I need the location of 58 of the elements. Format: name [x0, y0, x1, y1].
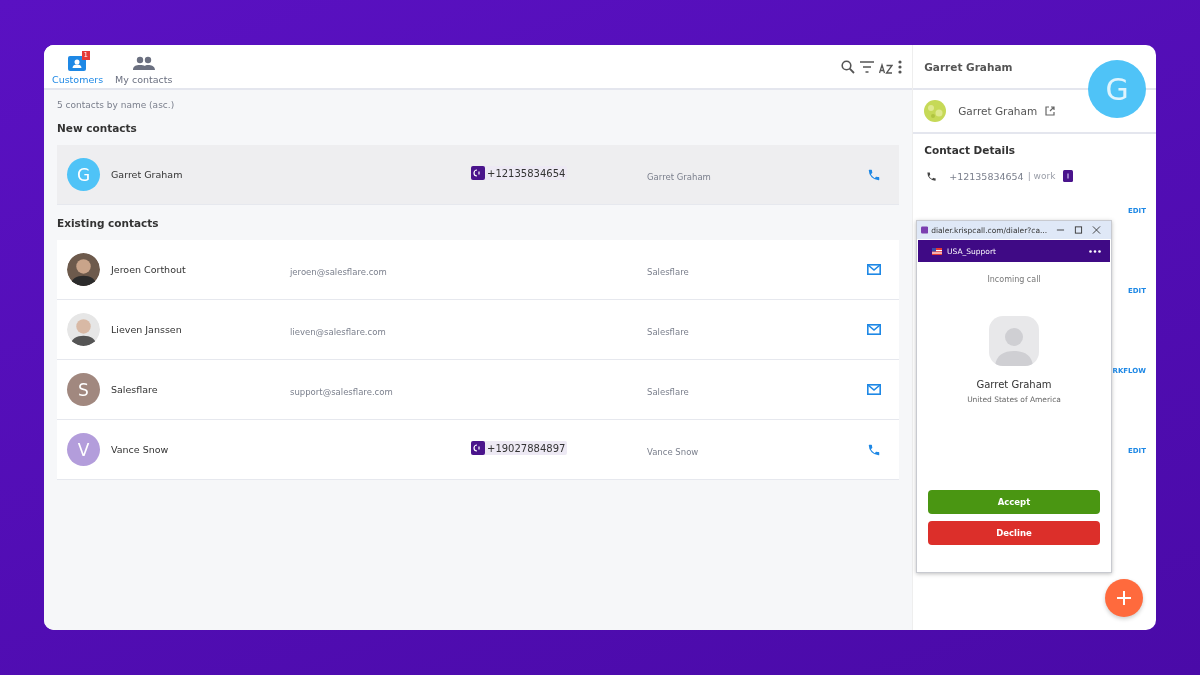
contact-email: lieven@salesflare.com — [290, 327, 386, 337]
close-icon[interactable] — [1092, 225, 1101, 235]
add-button[interactable] — [1105, 579, 1143, 617]
contact-title: Garret Graham — [924, 60, 1013, 73]
contact-row[interactable]: S Salesflare support@salesflare.com Salesflare — [57, 360, 900, 420]
filter-icon[interactable] — [860, 60, 875, 73]
dialer-icon — [471, 441, 485, 455]
accept-button[interactable]: Accept — [928, 490, 1100, 514]
maximize-icon[interactable] — [1074, 225, 1084, 235]
section-heading: New contacts — [57, 122, 138, 134]
contact-name: Garret Graham — [958, 105, 1038, 117]
search-icon[interactable] — [841, 59, 856, 74]
mail-icon[interactable] — [867, 324, 882, 335]
contact-name: Jeroen Corthout — [111, 264, 186, 275]
avatar: V — [67, 433, 100, 466]
decline-button[interactable]: Decline — [928, 521, 1100, 545]
contact-row[interactable]: V Vance Snow +19027884897 Vance Snow — [57, 420, 900, 480]
contact-name: Salesflare — [111, 384, 158, 395]
phone-number[interactable]: +19027884897 — [471, 441, 568, 455]
contact-name: Lieven Janssen — [111, 324, 182, 335]
contact-row[interactable]: Lieven Janssen lieven@salesflare.com Salesflare — [57, 300, 900, 360]
tab[interactable]: My contacts — [113, 48, 175, 85]
account-name: Salesflare — [647, 327, 689, 337]
account-name: Salesflare — [647, 267, 689, 277]
call-status: Incoming call — [987, 275, 1041, 284]
app-icon — [921, 226, 929, 234]
phone-icon[interactable] — [867, 442, 882, 457]
phone-icon[interactable] — [867, 167, 882, 182]
list-summary: 5 contacts by name (asc.) — [57, 100, 176, 110]
external-link-icon[interactable] — [1045, 106, 1056, 116]
phone-number[interactable]: +12135834654 — [471, 166, 568, 180]
contact-name: Vance Snow — [111, 444, 169, 455]
account-name: Vance Snow — [647, 447, 699, 457]
section-heading: Existing contacts — [57, 217, 160, 229]
avatar: S — [67, 373, 100, 406]
account-name: Garret Graham — [647, 172, 711, 182]
contact-email: jeroen@salesflare.com — [290, 267, 387, 277]
avatar: G — [1088, 60, 1147, 118]
avatar: G — [67, 158, 100, 191]
more-icon[interactable] — [898, 59, 903, 74]
dialer-icon — [471, 166, 485, 180]
account-name: Salesflare — [647, 387, 689, 397]
mail-icon[interactable] — [867, 264, 882, 275]
mail-icon[interactable] — [867, 384, 882, 395]
caller-name: Garret Graham — [976, 379, 1052, 390]
dialer-icon[interactable] — [1063, 170, 1074, 182]
contact-row[interactable]: G Garret Graham +12135834654 Garret Graham — [57, 145, 900, 205]
person-avatar-icon — [989, 316, 1039, 366]
contact-name: Garret Graham — [111, 169, 183, 180]
contact-row[interactable]: Jeroen Corthout jeroen@salesflare.com Salesflare — [57, 240, 900, 300]
phone-type: | work — [1027, 171, 1056, 181]
flag-icon — [932, 247, 942, 255]
phone-icon — [926, 170, 938, 182]
contact-email: support@salesflare.com — [290, 387, 393, 397]
phone-number: +12135834654 — [949, 170, 1024, 182]
plus-icon — [1116, 590, 1132, 606]
section-heading: Contact Details — [924, 144, 1016, 156]
more-icon[interactable] — [1089, 249, 1101, 253]
